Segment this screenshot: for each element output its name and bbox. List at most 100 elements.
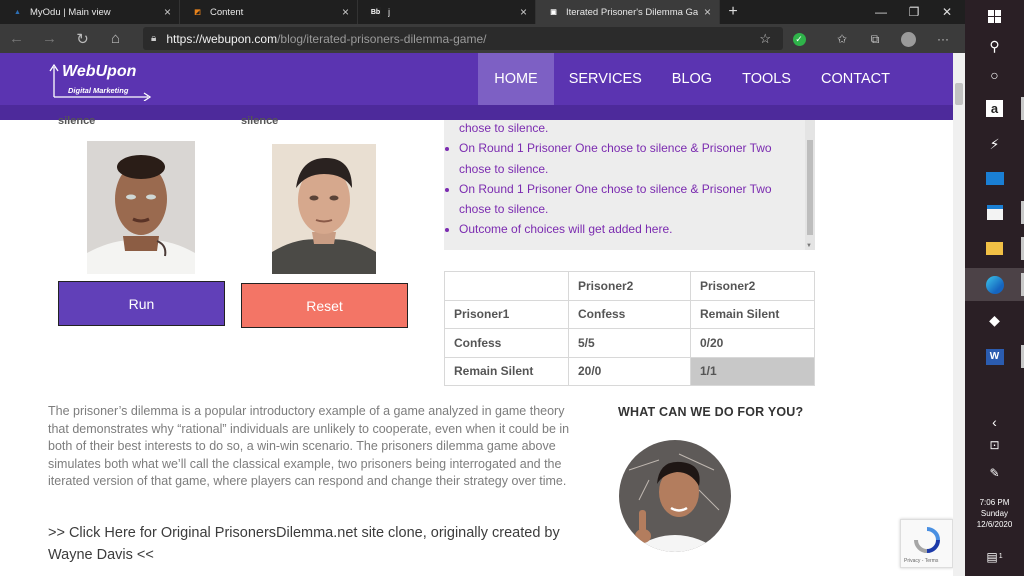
payoff-cell: Prisoner2 bbox=[690, 271, 815, 301]
favorite-star-icon[interactable]: ☆ bbox=[759, 31, 771, 47]
tab-title: Iterated Prisoner's Dilemma Gam bbox=[566, 6, 698, 18]
prisoner-two-photo bbox=[272, 144, 376, 274]
tab-close-icon[interactable]: × bbox=[704, 5, 711, 19]
url-path: /blog/iterated-prisoners-dilemma-game/ bbox=[277, 31, 487, 46]
refresh-icon[interactable]: ↻ bbox=[66, 24, 99, 53]
browser-tab-bar: ▲ MyOdu | Main view × ◩ Content × Bb j × ▣ Iterate… bbox=[0, 0, 965, 24]
payoff-row: Confess 5/5 0/20 bbox=[444, 328, 815, 358]
maximize-icon[interactable]: ❐ bbox=[899, 0, 929, 24]
payoff-cell bbox=[444, 271, 569, 301]
clock-day[interactable]: Sunday bbox=[965, 508, 1024, 519]
back-arrow-icon[interactable]: ← bbox=[0, 24, 33, 53]
edge-browser-icon[interactable] bbox=[965, 268, 1024, 301]
page-scrollbar[interactable] bbox=[953, 53, 965, 576]
blackboard-icon: Bb bbox=[370, 6, 381, 18]
mail-icon[interactable] bbox=[965, 162, 1024, 195]
payoff-cell: Confess bbox=[568, 299, 691, 329]
site-header: WebUpon Digital Marketing HOME SERVICES BL… bbox=[0, 53, 953, 120]
outcome-item: On Round 1 Prisoner One chose to silence… bbox=[459, 138, 815, 179]
run-button[interactable]: Run bbox=[58, 281, 225, 326]
outcome-log[interactable]: chose to silence. On Round 1 Prisoner One… bbox=[444, 120, 815, 250]
payoff-cell: Confess bbox=[444, 328, 569, 358]
notification-center-icon[interactable]: ▤ 1 bbox=[965, 540, 1024, 573]
nav-contact[interactable]: CONTACT bbox=[806, 53, 905, 105]
extension-shield-icon[interactable]: ✓ bbox=[789, 29, 809, 49]
original-site-link[interactable]: >> Click Here for Original PrisonersDile… bbox=[48, 523, 588, 566]
outcome-scrollbar[interactable]: ▼ bbox=[805, 120, 815, 250]
dropbox-icon[interactable]: ◆ bbox=[965, 304, 1024, 337]
address-toolbar: ← → ↻ ⌂ 🔒︎ https://webupon.com/blog/iter… bbox=[0, 24, 965, 53]
store-icon[interactable] bbox=[965, 196, 1024, 229]
clock-time[interactable]: 7:06 PM bbox=[965, 497, 1024, 508]
nav-home[interactable]: HOME bbox=[478, 53, 554, 105]
url-host: https://webupon.com bbox=[166, 31, 278, 46]
new-tab-icon[interactable]: + bbox=[720, 0, 746, 24]
tab-close-icon[interactable]: × bbox=[164, 5, 171, 19]
author-avatar bbox=[619, 440, 731, 552]
recaptcha-icon bbox=[914, 527, 940, 553]
forward-arrow-icon[interactable]: → bbox=[33, 24, 66, 53]
word-icon[interactable]: W bbox=[965, 340, 1024, 373]
page-viewport: WebUpon Digital Marketing HOME SERVICES BL… bbox=[0, 53, 953, 576]
cortana-icon[interactable]: ○ bbox=[965, 58, 1024, 91]
prisoner1-choice-label: silence bbox=[58, 115, 96, 127]
nav-tools[interactable]: TOOLS bbox=[727, 53, 806, 105]
logo-subtitle: Digital Marketing bbox=[68, 86, 129, 95]
app-bolt-icon[interactable]: ⚡︎ bbox=[965, 128, 1024, 161]
notification-count: 1 bbox=[998, 553, 1003, 560]
close-window-icon[interactable]: ✕ bbox=[932, 0, 962, 24]
home-icon[interactable]: ⌂ bbox=[99, 24, 132, 53]
payoff-cell: Remain Silent bbox=[444, 356, 569, 386]
aside-heading: WHAT CAN WE DO FOR YOU? bbox=[618, 405, 804, 419]
content-icon: ◩ bbox=[194, 9, 201, 16]
tab-title: j bbox=[388, 6, 391, 18]
reset-button[interactable]: Reset bbox=[241, 283, 408, 328]
outcome-item: Outcome of choices will get added here. bbox=[459, 219, 815, 239]
favorites-list-icon[interactable]: ✩ bbox=[832, 29, 852, 49]
scroll-down-icon[interactable]: ▼ bbox=[806, 243, 812, 249]
lock-icon: 🔒︎ bbox=[151, 33, 157, 44]
myodu-icon: ▲ bbox=[14, 8, 21, 16]
payoff-cell: 0/20 bbox=[690, 328, 815, 358]
logo-text: WebUpon bbox=[62, 63, 137, 80]
payoff-row: Remain Silent 20/0 1/1 bbox=[444, 356, 815, 386]
tab-title: Content bbox=[210, 6, 244, 18]
nav-blog[interactable]: BLOG bbox=[657, 53, 727, 105]
webupon-icon: ▣ bbox=[550, 9, 557, 16]
payoff-cell: Prisoner2 bbox=[568, 271, 691, 301]
minimize-icon[interactable]: — bbox=[866, 0, 896, 24]
recaptcha-text[interactable]: Privacy - Terms bbox=[904, 558, 938, 564]
profile-avatar-icon[interactable] bbox=[898, 29, 918, 49]
browser-tab[interactable]: ◩ Content × bbox=[180, 0, 358, 24]
payoff-cell: Remain Silent bbox=[690, 299, 815, 329]
outcome-item: On Round 1 Prisoner One chose to silence… bbox=[459, 179, 815, 220]
windows-start-icon[interactable] bbox=[965, 0, 1024, 33]
payoff-row: Prisoner1 Confess Remain Silent bbox=[444, 299, 815, 329]
prisoner2-choice-label: silence bbox=[241, 115, 279, 127]
nav-services[interactable]: SERVICES bbox=[554, 53, 657, 105]
tab-close-icon[interactable]: × bbox=[520, 5, 527, 19]
main-nav: HOME SERVICES BLOG TOOLS CONTACT bbox=[478, 53, 905, 105]
outcome-list: chose to silence. On Round 1 Prisoner One… bbox=[444, 120, 815, 240]
payoff-row: Prisoner2 Prisoner2 bbox=[444, 271, 815, 301]
pen-icon[interactable]: ✎ bbox=[965, 456, 1024, 489]
amazon-icon[interactable]: a bbox=[965, 92, 1024, 125]
tab-close-icon[interactable]: × bbox=[342, 5, 349, 19]
payoff-cell: 5/5 bbox=[568, 328, 691, 358]
browser-tab[interactable]: ▣ Iterated Prisoner's Dilemma Gam × bbox=[536, 0, 720, 24]
outcome-item: chose to silence. bbox=[459, 121, 549, 135]
clock-date[interactable]: 12/6/2020 bbox=[965, 519, 1024, 530]
file-explorer-icon[interactable] bbox=[965, 232, 1024, 265]
more-options-icon[interactable]: ··· bbox=[933, 29, 953, 49]
recaptcha-badge[interactable]: Privacy - Terms bbox=[900, 519, 953, 568]
webupon-logo[interactable]: WebUpon Digital Marketing bbox=[48, 61, 158, 101]
tab-title: MyOdu | Main view bbox=[30, 6, 111, 18]
payoff-cell: 1/1 bbox=[690, 356, 815, 386]
article-paragraph: The prisoner’s dilemma is a popular intr… bbox=[48, 404, 570, 488]
browser-tab[interactable]: Bb j × bbox=[358, 0, 536, 24]
collections-icon[interactable]: ⧉ bbox=[865, 29, 885, 49]
prisoner-one-photo bbox=[87, 141, 195, 274]
url-field[interactable]: 🔒︎ https://webupon.com/blog/iterated-pri… bbox=[143, 27, 783, 50]
payoff-matrix: Prisoner2 Prisoner2 Prisoner1 Confess Remain… bbox=[444, 271, 815, 386]
browser-tab[interactable]: ▲ MyOdu | Main view × bbox=[0, 0, 180, 24]
